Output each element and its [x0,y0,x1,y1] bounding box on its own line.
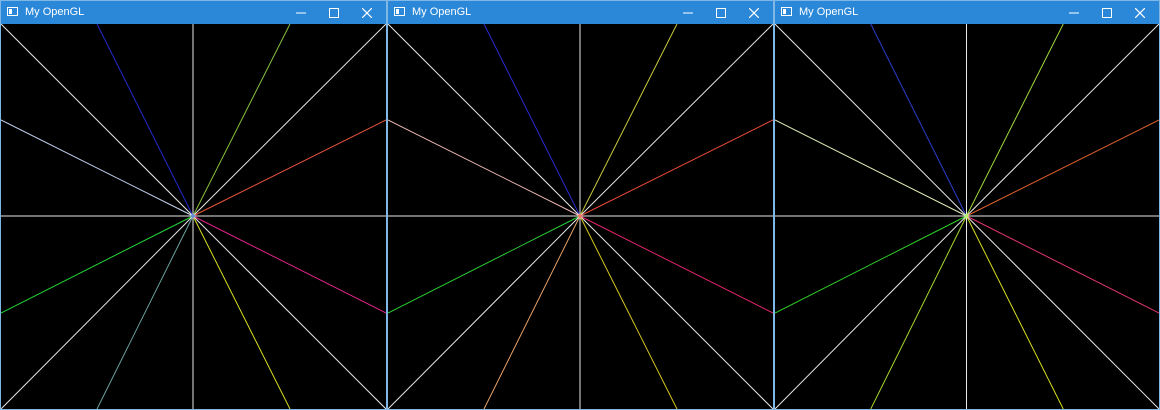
ray-right-shallow-down [966,215,1159,314]
maximize-button[interactable] [706,1,736,24]
opengl-window-1: My OpenGL [0,0,387,410]
minimize-button[interactable] [286,1,316,24]
ray-down-right-steep [579,215,678,409]
minimize-icon [1069,12,1079,13]
close-button[interactable] [1125,1,1155,24]
ray-up-right-steep [966,24,1064,217]
title-bar[interactable]: My OpenGL [388,1,773,24]
ray-right-shallow-down [192,215,386,314]
ray-burst-drawing [388,24,773,409]
ray-up-right-steep [579,24,678,217]
ray-diagonals-1 [192,24,386,217]
ray-diagonals-1 [966,24,1159,217]
ray-burst-drawing [1,24,386,409]
title-bar[interactable]: My OpenGL [1,1,386,24]
ray-diagonals-2 [775,215,967,409]
ray-down-right-steep [192,215,291,409]
ray-right-shallow-down [579,215,773,314]
center-point [578,214,582,218]
ray-right-shallow-up [966,119,1159,217]
ray-left-shallow-up [1,119,194,217]
minimize-icon [683,12,693,13]
ray-diagonals-1 [579,24,773,217]
ray-down-right-steep [966,215,1064,409]
ray-diagonals-3 [579,215,773,409]
app-window-icon [394,7,405,16]
minimize-button[interactable] [1059,1,1089,24]
ray-down-left-steep [870,215,967,409]
center-point [964,214,969,218]
opengl-window-2: My OpenGL [387,0,774,410]
ray-up-left-steep [96,24,194,217]
ray-left-shallow-up [388,119,581,217]
opengl-canvas [1,24,386,409]
title-bar[interactable]: My OpenGL [775,1,1159,24]
ray-right-shallow-up [192,119,386,217]
center-point [191,214,195,218]
ray-diagonals-3 [966,215,1159,409]
ray-diagonals-2 [388,215,581,409]
maximize-button[interactable] [1092,1,1122,24]
app-window-icon [781,7,792,16]
ray-diagonals-2 [1,215,194,409]
maximize-icon [1102,7,1112,18]
ray-left-shallow-down [388,215,581,314]
window-title: My OpenGL [412,6,472,18]
close-button[interactable] [739,1,769,24]
ray-left-shallow-down [1,215,194,314]
close-icon [749,7,759,18]
minimize-icon [296,12,306,13]
minimize-button[interactable] [673,1,703,24]
window-title: My OpenGL [799,6,859,18]
window-title: My OpenGL [25,6,85,18]
close-icon [1135,7,1145,18]
maximize-button[interactable] [319,1,349,24]
ray-up-right-steep [192,24,291,217]
ray-left-shallow-up [775,119,967,217]
ray-up-left-steep [483,24,581,217]
opengl-canvas [775,24,1159,409]
ray-diagonals-0 [775,24,967,217]
ray-up-left-steep [870,24,967,217]
ray-burst-drawing [775,24,1159,409]
opengl-window-3: My OpenGL [774,0,1160,410]
close-icon [362,7,372,18]
ray-right-shallow-up [579,119,773,217]
ray-diagonals-0 [388,24,581,217]
maximize-icon [716,7,726,18]
opengl-canvas [388,24,773,409]
maximize-icon [329,7,339,18]
ray-diagonals-3 [192,215,386,409]
ray-down-left-steep [483,215,581,409]
ray-diagonals-0 [1,24,194,217]
close-button[interactable] [352,1,382,24]
ray-left-shallow-down [775,215,967,314]
app-window-icon [7,7,18,16]
ray-down-left-steep [96,215,194,409]
